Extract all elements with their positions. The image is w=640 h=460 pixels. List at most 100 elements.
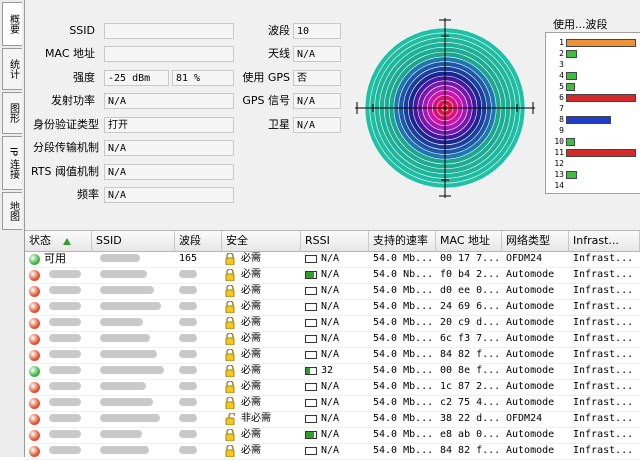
status-label-redacted — [49, 302, 81, 310]
status-label-redacted — [49, 382, 81, 390]
security-label: 必需 — [241, 381, 261, 392]
channel-usage-bar — [566, 94, 636, 102]
infrastructure-cell: Infrast... — [573, 413, 634, 424]
channel-field: 10 — [293, 23, 341, 39]
ssid-redacted — [100, 318, 143, 326]
column-header-channel[interactable]: 波段 — [175, 231, 222, 251]
security-cell: 必需 — [222, 315, 301, 331]
column-header-rssi[interactable]: RSSI — [301, 231, 369, 251]
column-header-status[interactable]: 状态 — [25, 231, 92, 251]
channel-redacted — [179, 334, 197, 342]
security-cell: 非必需 — [222, 411, 301, 427]
column-header-network-type[interactable]: 网络类型 — [502, 231, 569, 251]
column-header-ssid[interactable]: SSID — [92, 231, 175, 251]
rate-cell: 54.0 Mb... — [373, 365, 434, 376]
table-row[interactable]: 必需 32 54.0 Mb... 00 8e f... Automode Infrast.… — [25, 363, 640, 380]
table-row[interactable]: 必需 N/A 54.0 Mb... 6c f3 7... Automode Infrast… — [25, 331, 640, 348]
satellite-field: N/A — [293, 117, 341, 133]
network-type-cell: OFDM24 — [506, 253, 543, 264]
tab-summary[interactable]: 概要 — [2, 2, 22, 46]
mac-cell: 24 69 6... — [440, 301, 501, 312]
column-header-infrastructure[interactable]: Infrast... — [569, 231, 640, 251]
table-row[interactable]: 必需 N/A 54.0 Mb... e8 ab 0... Automode Infrast… — [25, 427, 640, 444]
status-label-redacted — [49, 350, 81, 358]
mac-cell: 20 c9 d... — [440, 317, 501, 328]
channel-usage-bar — [566, 50, 577, 58]
security-label: 必需 — [241, 365, 261, 376]
table-row[interactable]: 必需 N/A 54.0 Nb... f0 b4 2... Automode Infrast… — [25, 267, 640, 284]
table-row[interactable]: 必需 N/A 54.0 Mb... 84 82 f... Automode Infrast… — [25, 347, 640, 364]
tab-statistics[interactable]: 统计 — [2, 48, 22, 90]
details-panel: SSID MAC 地址 强度 -25 dBm 81 % 发射功率 N/A 身份验… — [25, 0, 640, 230]
ssid-cell — [92, 267, 175, 283]
rate-cell: 54.0 Mb... — [373, 333, 434, 344]
lock-icon — [225, 348, 235, 362]
channel-row: 3 — [546, 59, 640, 70]
channel-row: 13 — [546, 169, 640, 180]
table-row[interactable]: 必需 N/A 54.0 Mb... 84 82 f... Automode Infrast… — [25, 443, 640, 460]
table-row[interactable]: 必需 N/A 54.0 Mb... 20 c9 d... Automode Infrast… — [25, 315, 640, 332]
tab-graphs[interactable]: 图形 — [2, 92, 22, 134]
rssi-cell: 32 — [301, 363, 369, 379]
security-label: 非必需 — [241, 413, 271, 424]
ssid-cell — [92, 347, 175, 363]
rssi-cell: N/A — [301, 411, 369, 427]
tab-ip-connections[interactable]: IP 连接 — [2, 136, 22, 190]
column-header-security[interactable]: 安全 — [222, 231, 301, 251]
rssi-cell: N/A — [301, 251, 369, 267]
channel-cell — [175, 315, 222, 331]
table-row[interactable]: 可用 165 必需 N/A 54.0 Mb... 00 17 7... OFDM24 Infr… — [25, 251, 640, 268]
rssi-cell: N/A — [301, 347, 369, 363]
channel-cell — [175, 267, 222, 283]
table-row[interactable]: 必需 N/A 54.0 Mb... 24 69 6... Automode Infrast… — [25, 299, 640, 316]
ssid-redacted — [100, 446, 149, 454]
infrastructure-cell: Infrast... — [573, 381, 634, 392]
rssi-meter — [305, 351, 317, 359]
table-row[interactable]: 必需 N/A 54.0 Mb... d0 ee 0... Automode Infrast… — [25, 283, 640, 300]
network-type-cell: Automode — [506, 349, 555, 360]
rssi-cell: N/A — [301, 283, 369, 299]
status-label-redacted — [49, 430, 81, 438]
column-header-rate[interactable]: 支持的速率 — [369, 231, 436, 251]
rssi-meter — [305, 383, 317, 391]
gps-use-field: 否 — [293, 70, 341, 86]
signal-radar — [355, 18, 535, 198]
ssid-cell — [92, 251, 175, 267]
status-available-icon — [29, 254, 40, 265]
lock-icon — [225, 300, 235, 314]
status-unavailable-icon — [29, 382, 40, 393]
table-row[interactable]: 非必需 N/A 54.0 Mb... 38 22 d... OFDM24 Infrast.… — [25, 411, 640, 428]
rssi-value: N/A — [321, 333, 340, 344]
status-available-icon — [29, 366, 40, 377]
table-row[interactable]: 必需 N/A 54.0 Mb... c2 75 4... Automode Infrast… — [25, 395, 640, 412]
tab-map[interactable]: 地图 — [2, 192, 22, 230]
channel-number: 12 — [554, 159, 564, 168]
table-row[interactable]: 必需 N/A 54.0 Mb... 1c 87 2... Automode Infrast… — [25, 379, 640, 396]
channel-cell — [175, 299, 222, 315]
antenna-label: 天线 — [268, 47, 290, 60]
rssi-cell: N/A — [301, 299, 369, 315]
security-cell: 必需 — [222, 331, 301, 347]
rssi-cell: N/A — [301, 427, 369, 443]
side-tab-strip: 概要 统计 图形 IP 连接 地图 — [0, 0, 25, 457]
rate-cell: 54.0 Nb... — [373, 269, 434, 280]
ssid-field — [104, 23, 234, 39]
security-cell: 必需 — [222, 299, 301, 315]
channel-usage-panel: 1 2 3 4 5 6 7 8 9 10 11 12 13 14 — [545, 32, 640, 194]
status-label-redacted — [49, 366, 81, 374]
channel-number: 6 — [559, 93, 564, 102]
ssid-redacted — [100, 302, 161, 310]
channel-redacted — [179, 414, 197, 422]
strength-percent-field: 81 % — [172, 70, 234, 86]
channel-cell — [175, 395, 222, 411]
channel-cell — [175, 347, 222, 363]
lock-icon — [225, 332, 235, 346]
ssid-redacted — [100, 270, 147, 278]
ssid-redacted — [100, 350, 157, 358]
ssid-cell — [92, 427, 175, 443]
tab-statistics-label: 统计 — [7, 59, 19, 79]
column-header-mac[interactable]: MAC 地址 — [436, 231, 502, 251]
rssi-meter — [305, 367, 317, 375]
infrastructure-cell: Infrast... — [573, 397, 634, 408]
rssi-cell: N/A — [301, 331, 369, 347]
